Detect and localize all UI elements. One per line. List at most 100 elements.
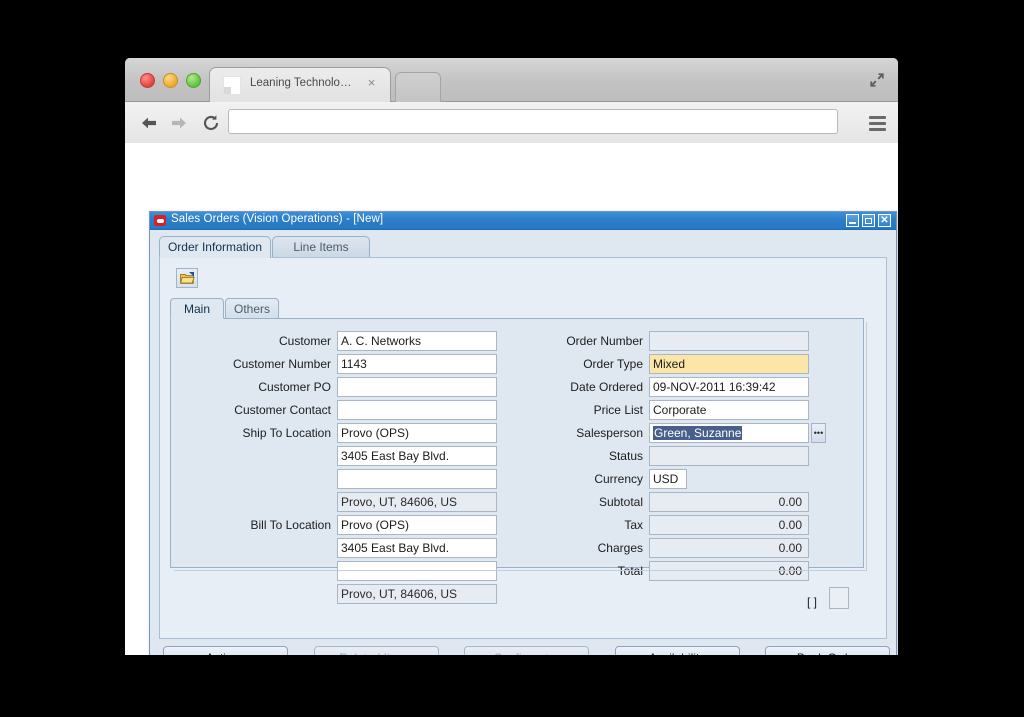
- label-customer-contact: Customer Contact: [234, 403, 331, 417]
- field-row-order-number: Order Number: [531, 331, 841, 353]
- input-ship-to-location[interactable]: Provo (OPS): [337, 423, 497, 443]
- input-blank[interactable]: [337, 469, 497, 489]
- back-arrow-icon[interactable]: [137, 111, 161, 135]
- field-row-customer-po: Customer PO: [183, 377, 501, 399]
- maximize-icon[interactable]: [862, 214, 875, 227]
- minimize-icon[interactable]: [846, 214, 859, 227]
- label-charges: Charges: [597, 541, 643, 555]
- input-date-ordered[interactable]: 09-NOV-2011 16:39:42: [649, 377, 809, 397]
- input-blank[interactable]: Provo, UT, 84606, US: [337, 584, 497, 604]
- input-currency[interactable]: USD: [649, 469, 687, 489]
- lov-button-salesperson[interactable]: •••: [811, 423, 826, 443]
- input-status[interactable]: [649, 446, 809, 466]
- close-icon[interactable]: ×: [365, 76, 378, 90]
- browser-toolbar: [125, 102, 898, 145]
- field-row-price-list: Price List Corporate: [531, 400, 841, 422]
- input-total[interactable]: 0.00: [649, 561, 809, 581]
- label-salesperson: Salesperson: [576, 426, 643, 440]
- input-customer-contact[interactable]: [337, 400, 497, 420]
- input-order-number[interactable]: [649, 331, 809, 351]
- field-row-charges: Charges 0.00: [531, 538, 841, 560]
- input-charges[interactable]: 0.00: [649, 538, 809, 558]
- field-row-ship-to-location: Ship To Location Provo (OPS): [183, 423, 501, 445]
- browser-window: Leaning Technologies × Sales Orders (Vis…: [125, 58, 898, 655]
- action-button-bar: Actions Related Items Configurator Availabi…: [159, 646, 890, 655]
- field-row-blank: [183, 469, 501, 491]
- window-zoom-button[interactable]: [186, 73, 201, 88]
- field-row-customer-contact: Customer Contact: [183, 400, 501, 422]
- tab-main[interactable]: Main: [170, 298, 224, 319]
- label-currency: Currency: [594, 472, 643, 486]
- window-title-bar[interactable]: Sales Orders (Vision Operations) - [New]…: [150, 212, 896, 230]
- input-salesperson[interactable]: Green, Suzanne: [649, 423, 809, 443]
- input-blank[interactable]: [337, 561, 497, 581]
- close-icon[interactable]: ✕: [878, 214, 891, 227]
- field-row-blank: 3405 East Bay Blvd.: [183, 538, 501, 560]
- browser-tab[interactable]: Leaning Technologies ×: [209, 67, 391, 102]
- descriptive-flexfield-box[interactable]: [829, 587, 849, 609]
- order-tabs: Order Information Line Items: [159, 236, 896, 258]
- window-minimize-button[interactable]: [163, 73, 178, 88]
- input-blank[interactable]: 3405 East Bay Blvd.: [337, 446, 497, 466]
- input-order-type[interactable]: Mixed: [649, 354, 809, 374]
- button-label: Book Order: [797, 651, 858, 655]
- selected-text: Green, Suzanne: [653, 426, 743, 440]
- field-row-salesperson: Salesperson Green, Suzanne •••: [531, 423, 841, 445]
- field-row-blank: 3405 East Bay Blvd.: [183, 446, 501, 468]
- field-row-subtotal: Subtotal 0.00: [531, 492, 841, 514]
- label-customer: Customer: [278, 334, 331, 348]
- field-row-total: Total 0.00: [531, 561, 841, 583]
- tab-line-items[interactable]: Line Items: [272, 236, 370, 258]
- label-total: Total: [617, 564, 643, 578]
- label-bill-to-location: Bill To Location: [250, 518, 332, 532]
- tab-order-information[interactable]: Order Information: [159, 236, 271, 258]
- button-label: Availability: [649, 651, 706, 655]
- label-order-type: Order Type: [583, 357, 643, 371]
- label-date-ordered: Date Ordered: [570, 380, 643, 394]
- label-subtotal: Subtotal: [598, 495, 643, 509]
- label-ship-to-location: Ship To Location: [242, 426, 331, 440]
- button-availability[interactable]: Availability: [614, 646, 740, 655]
- page-viewport: Sales Orders (Vision Operations) - [New]…: [125, 143, 898, 655]
- fullscreen-expand-icon[interactable]: [862, 66, 892, 94]
- field-row-customer-number: Customer Number 1143: [183, 354, 501, 376]
- window-close-button[interactable]: [140, 73, 155, 88]
- open-folder-icon[interactable]: [176, 268, 198, 288]
- field-row-blank: Provo, UT, 84606, US: [183, 492, 501, 514]
- sales-orders-window: Sales Orders (Vision Operations) - [New]…: [149, 211, 897, 655]
- input-customer-po[interactable]: [337, 377, 497, 397]
- field-row-currency: Currency USD: [531, 469, 841, 491]
- label-tax: Tax: [624, 518, 643, 532]
- button-label: Configurator: [493, 651, 559, 655]
- forward-arrow-icon: [167, 111, 191, 135]
- input-subtotal[interactable]: 0.00: [649, 492, 809, 512]
- order-information-canvas: Main Others Customer A. C. Networks Custom…: [159, 257, 887, 639]
- field-row-tax: Tax 0.00: [531, 515, 841, 537]
- button-related-items: Related Items: [313, 646, 439, 655]
- input-customer[interactable]: A. C. Networks: [337, 331, 497, 351]
- reload-icon[interactable]: [199, 111, 223, 135]
- new-tab-button[interactable]: [395, 72, 441, 102]
- label-price-list: Price List: [593, 403, 643, 417]
- input-customer-number[interactable]: 1143: [337, 354, 497, 374]
- oracle-logo-icon: [154, 215, 166, 226]
- field-row-status: Status: [531, 446, 841, 468]
- field-row-date-ordered: Date Ordered 09-NOV-2011 16:39:42: [531, 377, 841, 399]
- field-row-blank: [183, 561, 501, 583]
- input-blank[interactable]: 3405 East Bay Blvd.: [337, 538, 497, 558]
- hamburger-menu-icon[interactable]: [864, 111, 890, 135]
- input-bill-to-location[interactable]: Provo (OPS): [337, 515, 497, 535]
- input-tax[interactable]: 0.00: [649, 515, 809, 535]
- window-title: Sales Orders (Vision Operations) - [New]: [171, 213, 384, 225]
- button-actions[interactable]: Actions: [163, 646, 288, 655]
- page-favicon-icon: [223, 76, 241, 95]
- button-book-order[interactable]: Book Order: [765, 646, 890, 655]
- tab-others[interactable]: Others: [225, 298, 279, 319]
- input-blank[interactable]: Provo, UT, 84606, US: [337, 492, 497, 512]
- input-price-list[interactable]: Corporate: [649, 400, 809, 420]
- label-order-number: Order Number: [566, 334, 643, 348]
- field-row-blank: Provo, UT, 84606, US: [183, 584, 501, 606]
- browser-tab-title: Leaning Technologies: [250, 77, 355, 89]
- button-label: Actions: [206, 651, 245, 655]
- address-bar-input[interactable]: [228, 109, 838, 134]
